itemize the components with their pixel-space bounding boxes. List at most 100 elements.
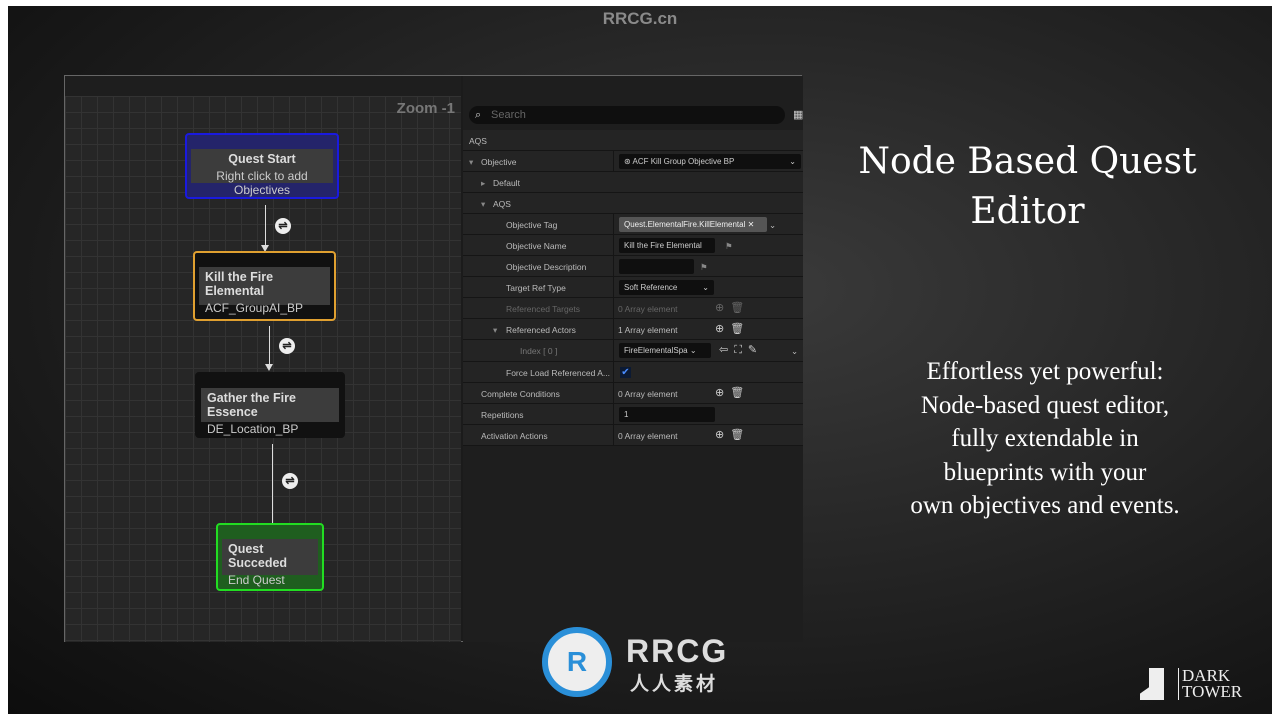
node-gather-fire-essence[interactable]: Gather the Fire Essence DE_Location_BP xyxy=(195,372,345,438)
row-value: 0 Array element xyxy=(618,304,678,314)
chevron-down-icon[interactable]: ⌄ xyxy=(769,220,776,231)
row-index-0: Index [ 0 ] FireElementalSpa ⌄ ⇦⛶✎ ⌄ xyxy=(463,340,803,362)
force-load-checkbox[interactable]: ✔ xyxy=(620,367,631,378)
row-complete-conditions: Complete Conditions 0 Array element ⊕🗑 xyxy=(463,383,803,404)
node-title: Gather the Fire Essence xyxy=(207,391,296,419)
trash-icon[interactable]: 🗑 xyxy=(730,323,750,335)
select-actor-icon[interactable]: ⛶ xyxy=(734,344,748,356)
objective-class-dropdown[interactable]: ⊛ ACF Kill Group Objective BP ⌄ xyxy=(619,154,801,169)
node-title: Quest Start xyxy=(228,152,296,166)
watermark: RRCG.cn xyxy=(602,9,678,28)
table-view-icon[interactable]: ▦ xyxy=(793,108,803,121)
row-repetitions: Repetitions 1 xyxy=(463,404,803,425)
search-placeholder: Search xyxy=(491,109,526,121)
trash-icon[interactable]: 🗑 xyxy=(730,429,750,441)
dropdown-value: ACF Kill Group Objective BP xyxy=(632,157,735,166)
target-ref-type-dropdown[interactable]: Soft Reference ⌄ xyxy=(619,280,714,295)
rrcg-logo-emblem: R xyxy=(542,627,612,697)
row-force-load: Force Load Referenced A... ✔ xyxy=(463,362,803,383)
logo-subtext: 人人素材 xyxy=(630,674,719,695)
row-label: AQS xyxy=(469,136,487,146)
row-aqs-sub[interactable]: ▾ AQS xyxy=(463,193,803,214)
row-objective-name: Objective Name Kill the Fire Elemental ⚑ xyxy=(463,235,803,256)
node-title: Kill the Fire Elemental xyxy=(205,270,274,298)
transition-icon[interactable]: ⇌ xyxy=(275,218,291,234)
row-activation-actions: Activation Actions 0 Array element ⊕🗑 xyxy=(463,425,803,446)
row-label: Default xyxy=(493,178,520,188)
use-selected-icon[interactable]: ⇦ xyxy=(719,344,734,356)
eyedropper-icon[interactable]: ✎ xyxy=(748,344,763,356)
slide-title: Node Based Quest Editor xyxy=(840,137,1215,237)
add-icon[interactable]: ⊕ xyxy=(715,429,730,441)
tower-icon xyxy=(1140,668,1164,700)
row-referenced-actors[interactable]: ▾ Referenced Actors 1 Array element ⊕🗑 xyxy=(463,319,803,340)
objective-name-input[interactable]: Kill the Fire Elemental xyxy=(619,238,715,253)
brand-line: TOWER xyxy=(1182,682,1243,701)
row-label: Complete Conditions xyxy=(481,389,560,399)
row-label: AQS xyxy=(493,199,511,209)
title-line: Node Based Quest xyxy=(858,141,1197,182)
node-title: Quest Succeded xyxy=(228,542,288,570)
close-icon[interactable]: ✕ xyxy=(748,220,755,229)
row-value: 1 Array element xyxy=(618,325,678,335)
row-label: Force Load Referenced A... xyxy=(506,368,610,378)
chevron-down-icon[interactable]: ⌄ xyxy=(791,346,798,357)
desc-line: own objectives and events. xyxy=(910,492,1180,519)
search-icon: ⌕ xyxy=(475,109,482,121)
row-default[interactable]: ▸ Default xyxy=(463,172,803,193)
add-icon[interactable]: ⊕ xyxy=(715,323,730,335)
row-label: Index [ 0 ] xyxy=(520,346,558,356)
tag-value: Quest.ElementalFire.KillElemental xyxy=(624,220,746,229)
desc-line: fully extendable in xyxy=(951,425,1139,452)
details-panel: ⌕ Search ▦ AQS ▾ Objective ⊛ ACF Kill Group… xyxy=(463,76,803,642)
node-subtitle: DE_Location_BP xyxy=(207,422,299,436)
search-input[interactable]: ⌕ Search xyxy=(469,106,785,124)
trash-icon[interactable]: 🗑 xyxy=(730,387,750,399)
row-label: Repetitions xyxy=(481,410,524,420)
row-label: Referenced Actors xyxy=(506,325,576,335)
node-quest-succeded[interactable]: Quest Succeded End Quest xyxy=(216,523,324,591)
row-target-ref-type: Target Ref Type Soft Reference ⌄ xyxy=(463,277,803,298)
node-graph[interactable]: Zoom -1 Quest Start Right click to add Ob… xyxy=(65,76,461,642)
row-objective-description: Objective Description ⚑ xyxy=(463,256,803,277)
row-label: Objective Tag xyxy=(506,220,558,230)
row-value: 0 Array element xyxy=(618,389,678,399)
add-icon[interactable]: ⊕ xyxy=(715,302,730,314)
desc-line: Effortless yet powerful: xyxy=(926,358,1164,385)
row-label: Objective Description xyxy=(506,262,587,272)
transition-icon[interactable]: ⇌ xyxy=(279,338,295,354)
dropdown-value: FireElementalSpa xyxy=(624,346,688,355)
desc-line: blueprints with your xyxy=(943,458,1147,486)
row-value: 0 Array element xyxy=(618,431,678,441)
node-subtitle: ACF_GroupAI_BP xyxy=(205,301,304,315)
title-line: Editor xyxy=(970,191,1085,232)
row-label: Target Ref Type xyxy=(506,283,566,293)
flag-icon[interactable]: ⚑ xyxy=(725,241,733,252)
row-label: Objective xyxy=(481,157,517,167)
row-label: Referenced Targets xyxy=(506,304,581,314)
node-subtitle: End Quest xyxy=(228,573,285,587)
node-kill-fire-elemental[interactable]: Kill the Fire Elemental ACF_GroupAI_BP xyxy=(193,251,336,321)
slide-description: Effortless yet powerful: Node-based ques… xyxy=(860,355,1230,523)
add-icon[interactable]: ⊕ xyxy=(715,387,730,399)
zoom-label: Zoom -1 xyxy=(396,100,455,117)
category-aqs[interactable]: AQS xyxy=(463,130,803,151)
actor-picker-dropdown[interactable]: FireElementalSpa ⌄ xyxy=(619,343,711,358)
trash-icon[interactable]: 🗑 xyxy=(730,302,750,314)
dark-tower-brand: DARK TOWER xyxy=(1140,667,1243,701)
node-quest-start[interactable]: Quest Start Right click to add Objectives xyxy=(185,133,339,199)
row-referenced-targets: Referenced Targets 0 Array element ⊕🗑 xyxy=(463,298,803,319)
objective-description-input[interactable] xyxy=(619,259,694,274)
row-objective-tag: Objective Tag Quest.ElementalFire.KillEle… xyxy=(463,214,803,235)
dropdown-value: Soft Reference xyxy=(624,283,678,292)
logo-text: RRCG xyxy=(626,633,729,669)
quest-editor-screenshot: Zoom -1 Quest Start Right click to add Ob… xyxy=(64,75,803,642)
flag-icon[interactable]: ⚑ xyxy=(700,262,708,273)
transition-icon[interactable]: ⇌ xyxy=(282,473,298,489)
objective-tag-chip[interactable]: Quest.ElementalFire.KillElemental ✕ xyxy=(619,217,767,232)
row-objective[interactable]: ▾ Objective ⊛ ACF Kill Group Objective BP ⌄ xyxy=(463,151,803,172)
row-label: Activation Actions xyxy=(481,431,548,441)
node-subtitle: Right click to add Objectives xyxy=(216,169,308,197)
repetitions-input[interactable]: 1 xyxy=(619,407,715,422)
desc-line: Node-based quest editor, xyxy=(920,391,1170,419)
